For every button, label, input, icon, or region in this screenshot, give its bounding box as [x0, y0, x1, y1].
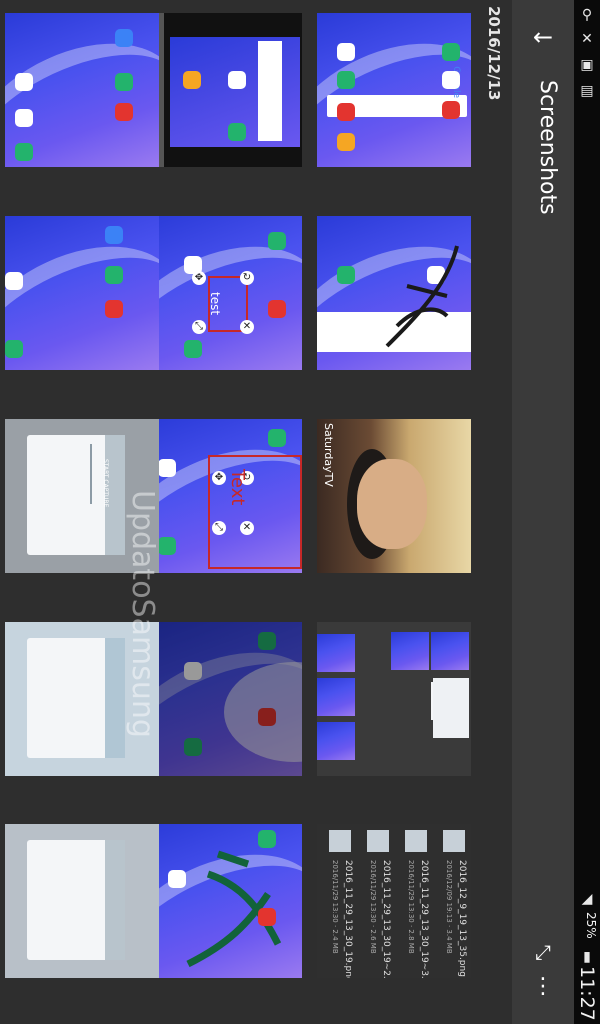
screenshot-thumb[interactable]: ✥ ↻ ⤡ ✕ Text — [148, 419, 302, 573]
expand-icon[interactable]: ⤢ — [530, 940, 556, 966]
rotate-icon: ↻ — [240, 271, 254, 285]
gallery-icon: ▤ — [580, 83, 594, 99]
battery-icon: ▮ — [583, 949, 591, 965]
file-list-thumb[interactable]: 2016_12_9_19_13_35.png 2016/12/09 19:13 … — [317, 824, 471, 978]
screenshot-thumb[interactable] — [5, 13, 159, 167]
close-icon: ✕ — [240, 521, 254, 535]
screenshot-thumb[interactable] — [148, 13, 302, 167]
screenshot-thumb[interactable]: ✥ ↻ ⤡ ✕ test — [148, 216, 302, 370]
clock: 11:27 — [576, 966, 598, 1021]
photo-caption: SaturdayTV — [322, 423, 335, 487]
folder-thumb[interactable] — [317, 622, 471, 776]
battery-percent: 25% — [584, 912, 598, 939]
screenshot-thumb[interactable] — [317, 216, 471, 370]
photo-thumb[interactable]: SaturdayTV — [317, 419, 471, 573]
app-bar: ← Screenshots ⤢ ⋮ — [512, 0, 574, 1024]
drawing-mark — [186, 850, 282, 968]
resize-icon: ⤡ — [192, 320, 206, 334]
move-icon: ✥ — [212, 471, 226, 485]
status-bar: ⚲ ✕ ▣ ▤ ◢ 25% ▮ 11:27 — [574, 0, 600, 1024]
screenshot-thumb[interactable] — [5, 216, 159, 370]
screenshot-thumb[interactable]: Google — [317, 13, 471, 167]
signal-icon: ◢ — [581, 891, 593, 907]
arrow-left-icon[interactable]: ← — [528, 22, 558, 52]
photo-icon: ▣ — [580, 57, 594, 73]
screenshot-thumb[interactable] — [148, 622, 302, 776]
annotation-text: test — [208, 292, 222, 316]
usb-icon: ⚲ — [581, 7, 593, 23]
watermark: UpdatoSamsung — [125, 490, 160, 738]
close-icon: ✕ — [240, 320, 254, 334]
resize-icon: ⤡ — [212, 521, 226, 535]
sim-off-icon: ✕ — [581, 31, 593, 47]
annotation-text: Text — [227, 469, 248, 506]
more-vert-icon[interactable]: ⋮ — [530, 976, 556, 1006]
section-date: 2016/12/13 — [485, 6, 503, 101]
screenshot-thumb[interactable] — [148, 824, 302, 978]
page-title: Screenshots — [535, 80, 560, 215]
screenshot-thumb[interactable] — [5, 824, 159, 978]
drawing-mark — [385, 245, 459, 348]
